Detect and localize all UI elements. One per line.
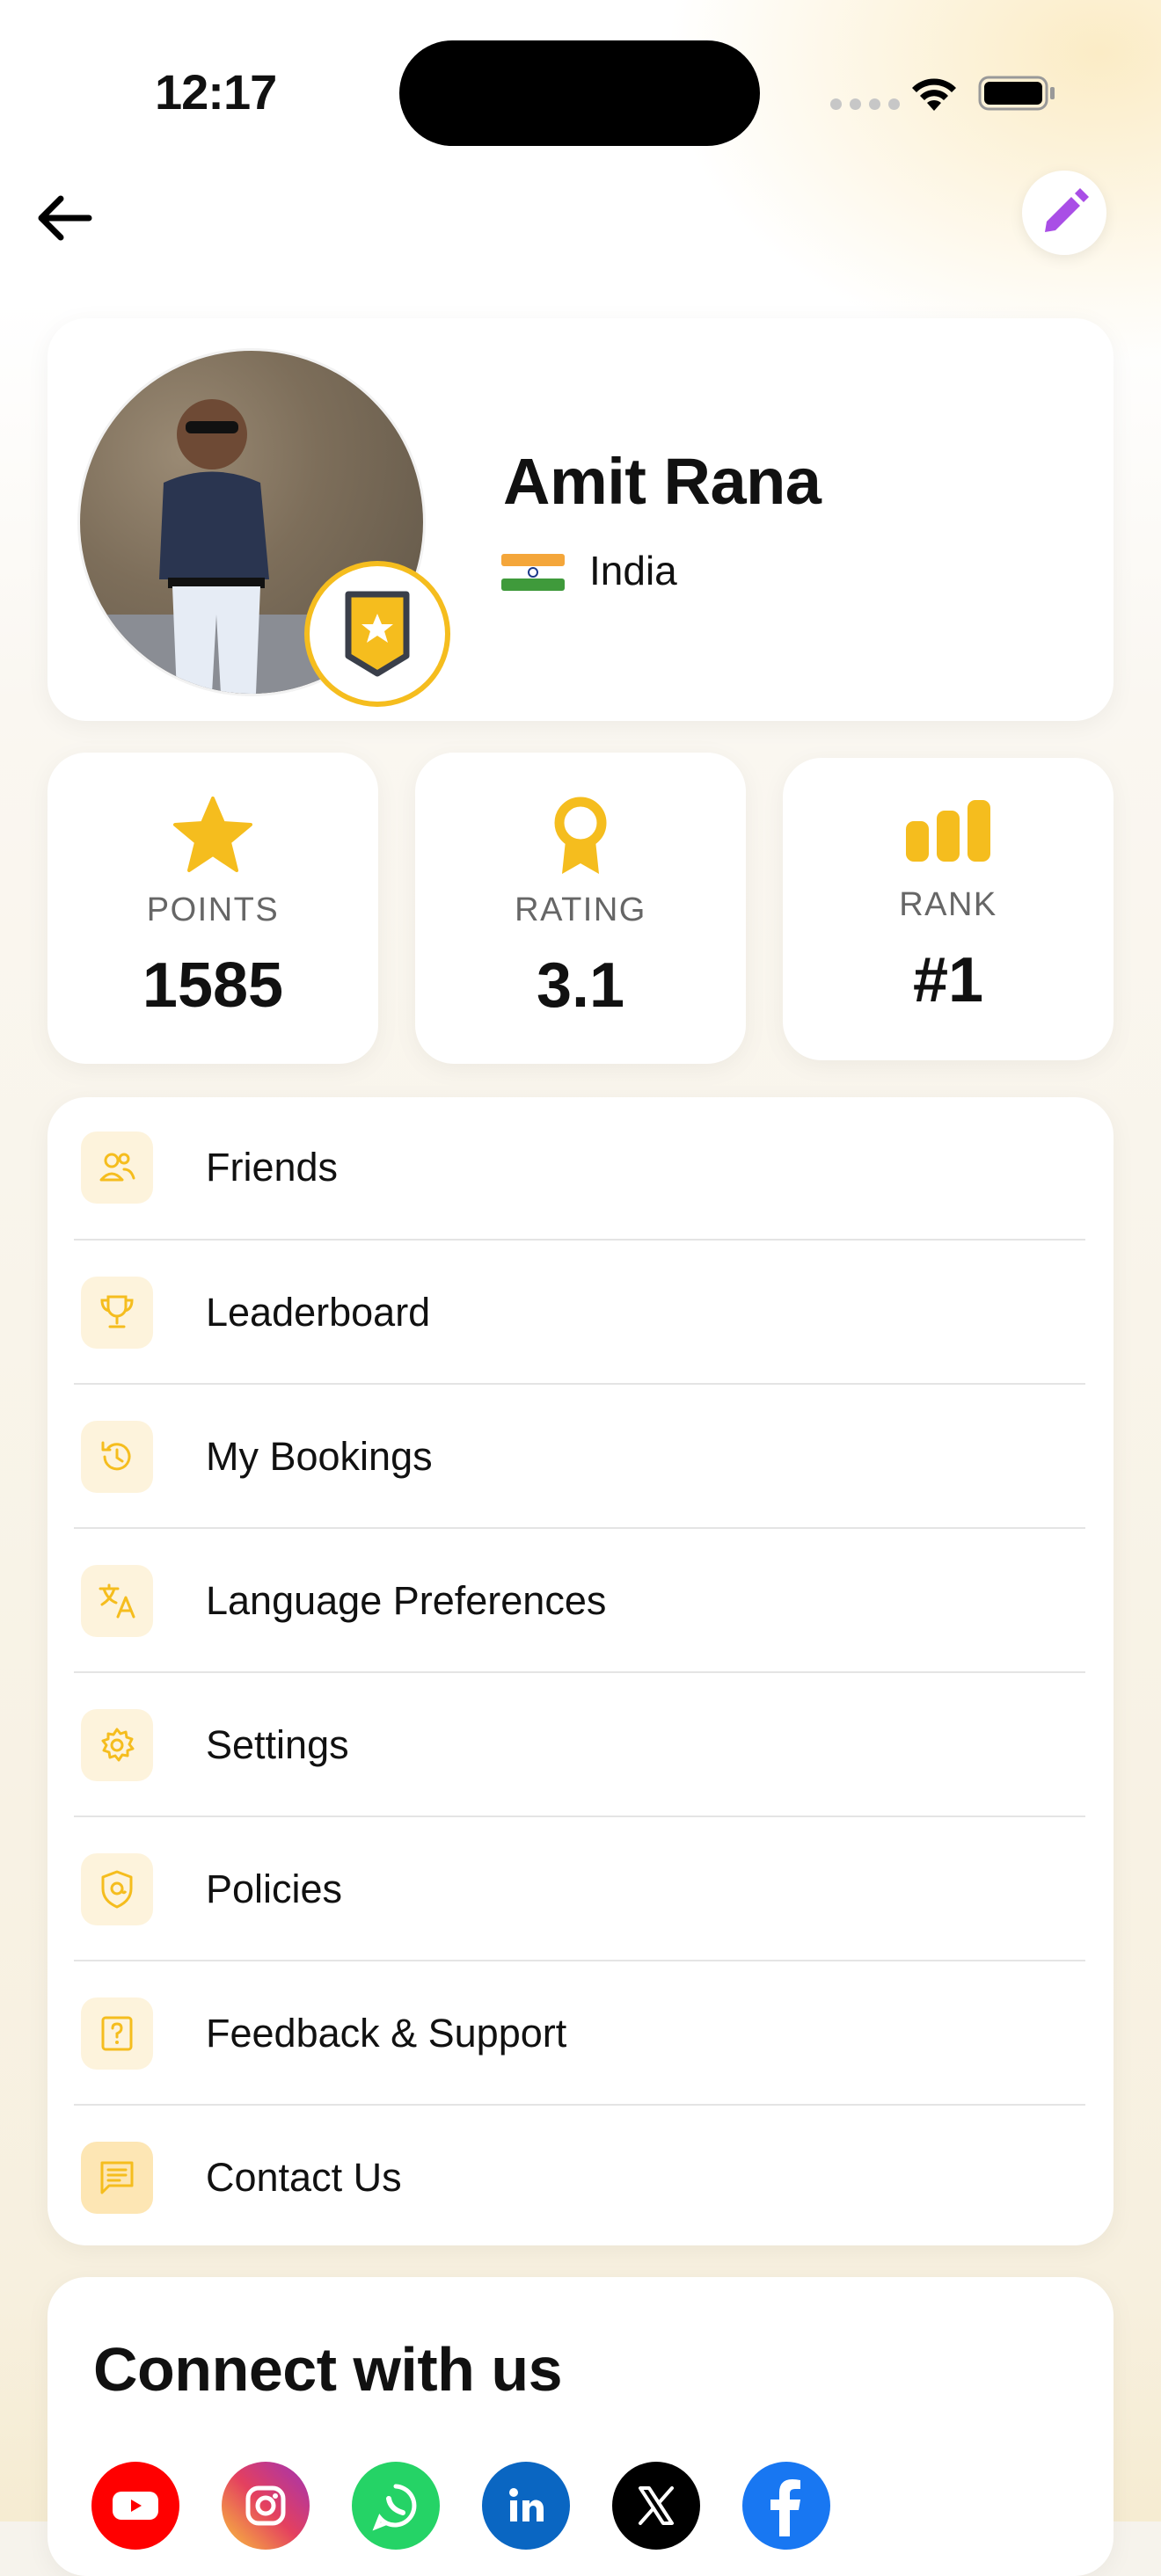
menu-item-settings[interactable]: Settings [74, 1673, 1085, 1817]
star-icon [173, 797, 252, 872]
menu-label-friends: Friends [206, 1145, 339, 1190]
instagram-icon [245, 2485, 286, 2526]
x-icon [639, 2486, 674, 2525]
menu-item-feedback-support[interactable]: Feedback & Support [74, 1961, 1085, 2106]
rating-label: RATING [515, 891, 646, 928]
bar-chart-icon [906, 800, 990, 862]
message-icon [100, 2161, 134, 2194]
wifi-icon [912, 78, 956, 111]
points-card[interactable]: POINTS 1585 [47, 753, 378, 1064]
menu-label-my-bookings: My Bookings [206, 1434, 433, 1479]
menu-item-my-bookings[interactable]: My Bookings [74, 1385, 1085, 1529]
linkedin-button[interactable] [482, 2462, 570, 2550]
menu-item-policies[interactable]: Policies [74, 1817, 1085, 1961]
connect-title: Connect with us [93, 2335, 563, 2404]
menu-label-feedback-support: Feedback & Support [206, 2011, 567, 2056]
shield-icon [101, 1870, 133, 1909]
history-icon [101, 1441, 131, 1471]
linkedin-icon [509, 2488, 544, 2521]
pencil-icon [1045, 188, 1089, 232]
arrow-left-icon [38, 195, 92, 241]
connect-card [47, 2277, 1114, 2576]
edit-profile-button[interactable] [1022, 171, 1106, 255]
rank-value: #1 [912, 945, 984, 1015]
menu-label-language-preferences: Language Preferences [206, 1578, 607, 1623]
level-badge [304, 561, 450, 707]
translate-icon [99, 1583, 135, 1619]
battery-icon [978, 76, 1055, 111]
youtube-icon [113, 2492, 158, 2520]
rank-card[interactable]: RANK #1 [783, 758, 1114, 1060]
whatsapp-button[interactable] [352, 2462, 440, 2550]
menu-item-contact-us[interactable]: Contact Us [74, 2106, 1085, 2250]
trophy-icon [100, 1295, 134, 1328]
youtube-button[interactable] [91, 2462, 179, 2550]
cellular-signal-icon [830, 98, 900, 110]
points-value: 1585 [142, 950, 284, 1021]
menu-item-language-preferences[interactable]: Language Preferences [74, 1529, 1085, 1673]
facebook-icon [770, 2479, 800, 2536]
facebook-button[interactable] [742, 2462, 830, 2550]
rank-label: RANK [899, 886, 997, 923]
x-button[interactable] [612, 2462, 700, 2550]
whatsapp-icon [372, 2484, 417, 2531]
status-time: 12:17 [155, 64, 277, 120]
award-ribbon-icon [554, 797, 607, 874]
friends-icon [99, 1153, 135, 1182]
rating-card[interactable]: RATING 3.1 [415, 753, 746, 1064]
instagram-button[interactable] [222, 2462, 310, 2550]
menu-item-friends[interactable]: Friends [74, 1095, 1085, 1240]
profile-country: India [589, 548, 677, 593]
gear-icon [101, 1728, 135, 1762]
menu-item-leaderboard[interactable]: Leaderboard [74, 1241, 1085, 1385]
points-label: POINTS [146, 891, 280, 928]
rating-value: 3.1 [536, 950, 625, 1021]
dynamic-island [399, 40, 760, 146]
back-button[interactable] [25, 185, 104, 251]
badge-shield-icon [345, 591, 410, 677]
profile-name: Amit Rana [503, 445, 821, 518]
menu-label-leaderboard: Leaderboard [206, 1290, 431, 1335]
india-flag-icon [501, 554, 565, 591]
menu-label-settings: Settings [206, 1722, 349, 1767]
menu-label-policies: Policies [206, 1867, 343, 1911]
menu-label-contact-us: Contact Us [206, 2155, 402, 2200]
question-icon [101, 2016, 133, 2051]
